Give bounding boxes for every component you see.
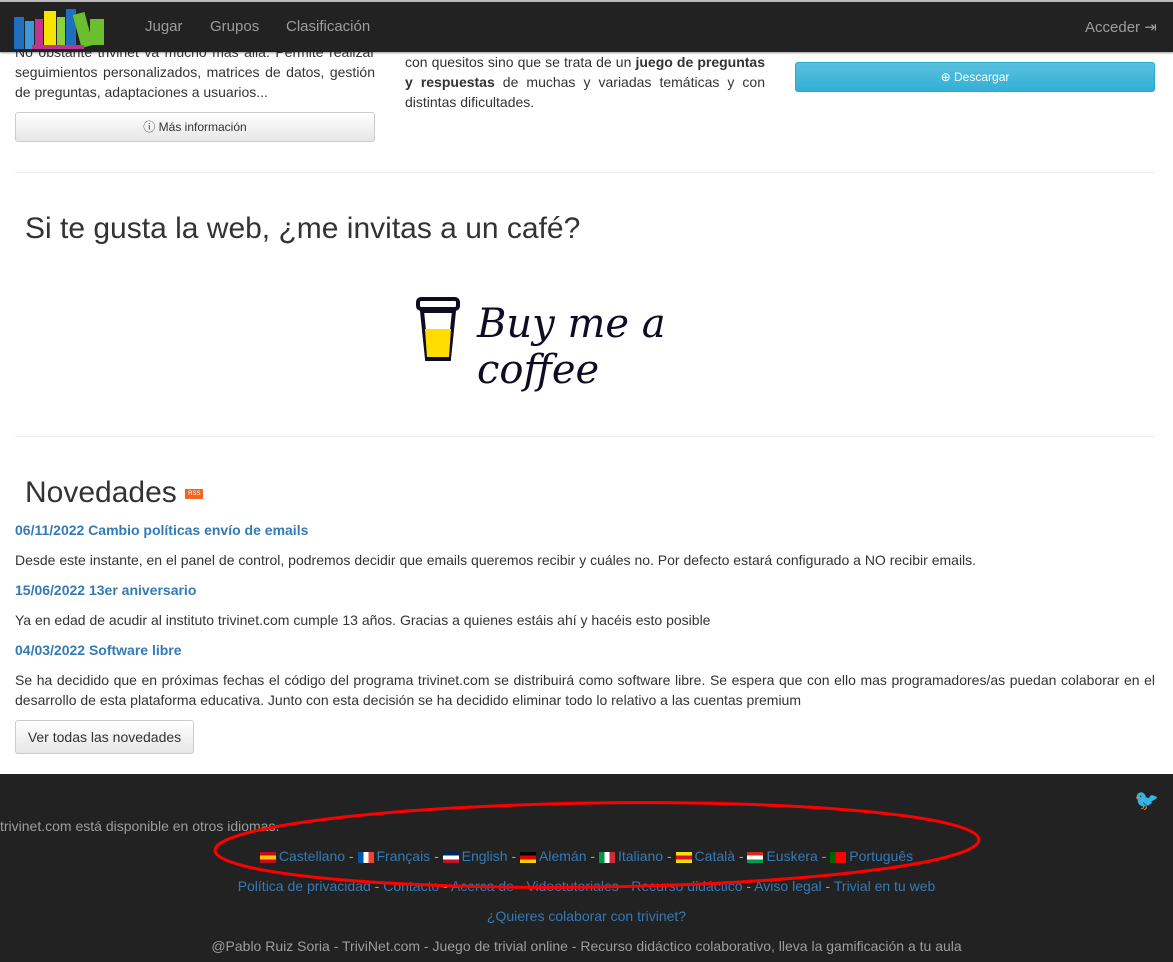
footer-link[interactable]: Acerca de bbox=[451, 878, 514, 894]
footer-link[interactable]: Aviso legal bbox=[754, 878, 821, 894]
divider bbox=[15, 436, 1155, 437]
navbar: Jugar Grupos Clasificación Acceder ⇥ bbox=[0, 0, 1173, 52]
language-link[interactable]: Italiano bbox=[618, 848, 663, 864]
more-info-label: Más información bbox=[158, 120, 247, 134]
more-info-button[interactable]: ⓘ Más información bbox=[15, 112, 375, 142]
news-body: Ya en edad de acudir al instituto trivin… bbox=[15, 612, 711, 628]
sign-in-icon: ⇥ bbox=[1144, 19, 1157, 36]
languages-intro: trivinet.com está disponible en otros id… bbox=[0, 818, 280, 834]
coffee-heading: Si te gusta la web, ¿me invitas a un caf… bbox=[25, 212, 581, 245]
download-button[interactable]: ⊕ Descargar bbox=[795, 62, 1155, 92]
flag-icon bbox=[675, 851, 692, 863]
rss-icon[interactable]: RSS bbox=[185, 489, 204, 500]
coffee-logo-text: Buy me a coffee bbox=[477, 301, 666, 393]
all-news-button[interactable]: Ver todas las novedades bbox=[15, 720, 194, 754]
footer: 🐦 trivinet.com está disponible en otros … bbox=[0, 774, 1173, 962]
language-link[interactable]: Euskera bbox=[766, 848, 817, 864]
flag-icon bbox=[259, 851, 276, 863]
language-link[interactable]: Castellano bbox=[279, 848, 345, 864]
coffee-cup-icon bbox=[416, 297, 460, 361]
flag-icon bbox=[520, 851, 537, 863]
footer-link[interactable]: Política de privacidad bbox=[238, 878, 371, 894]
info-icon: ⓘ bbox=[143, 120, 156, 134]
news-title[interactable]: 15/06/2022 13er aniversario bbox=[15, 582, 196, 598]
trivinet-logo[interactable] bbox=[12, 5, 117, 49]
language-link[interactable]: Català bbox=[695, 848, 735, 864]
divider bbox=[15, 172, 1155, 173]
news-heading: Novedades RSS bbox=[25, 476, 204, 510]
nav-grupos[interactable]: Grupos bbox=[210, 18, 259, 35]
flag-icon bbox=[747, 851, 764, 863]
flag-icon bbox=[442, 851, 459, 863]
news-title[interactable]: 04/03/2022 Software libre bbox=[15, 642, 182, 658]
login-label: Acceder bbox=[1085, 19, 1141, 36]
language-link[interactable]: Português bbox=[849, 848, 913, 864]
buy-me-a-coffee-button[interactable]: Buy me a coffee bbox=[415, 293, 760, 393]
language-link[interactable]: Français bbox=[377, 848, 431, 864]
language-link[interactable]: Alemán bbox=[539, 848, 586, 864]
footer-link[interactable]: Contacto bbox=[383, 878, 439, 894]
collaborate-link[interactable]: ¿Quieres colaborar con trivinet? bbox=[487, 908, 686, 924]
twitter-icon[interactable]: 🐦 bbox=[1134, 788, 1159, 813]
nav-clasificacion[interactable]: Clasificación bbox=[286, 18, 370, 35]
footer-link[interactable]: Trivial en tu web bbox=[834, 878, 935, 894]
flag-icon bbox=[357, 851, 374, 863]
footer-link[interactable]: Recurso didáctico bbox=[631, 878, 742, 894]
language-link[interactable]: English bbox=[462, 848, 508, 864]
middle-text: con quesitos sino que se trata de un jue… bbox=[405, 54, 766, 110]
news-body: Desde este instante, en el panel de cont… bbox=[15, 552, 977, 568]
download-label: Descargar bbox=[954, 70, 1010, 84]
footer-link[interactable]: Videotutoriales bbox=[526, 878, 618, 894]
credits: @Pablo Ruiz Soria - TriviNet.com - Juego… bbox=[211, 938, 962, 954]
nav-jugar[interactable]: Jugar bbox=[145, 18, 183, 35]
download-icon: ⊕ bbox=[940, 70, 951, 84]
news-body: Se ha decidido que en próximas fechas el… bbox=[15, 672, 1155, 708]
footer-links: Política de privacidad - Contacto - Acer… bbox=[237, 878, 936, 894]
flag-icon bbox=[830, 851, 847, 863]
flag-icon bbox=[598, 851, 615, 863]
news-title[interactable]: 06/11/2022 Cambio políticas envío de ema… bbox=[15, 522, 308, 538]
login-link[interactable]: Acceder ⇥ bbox=[1085, 18, 1157, 36]
language-links: Castellano - Français - English - Alemán… bbox=[0, 848, 1173, 864]
